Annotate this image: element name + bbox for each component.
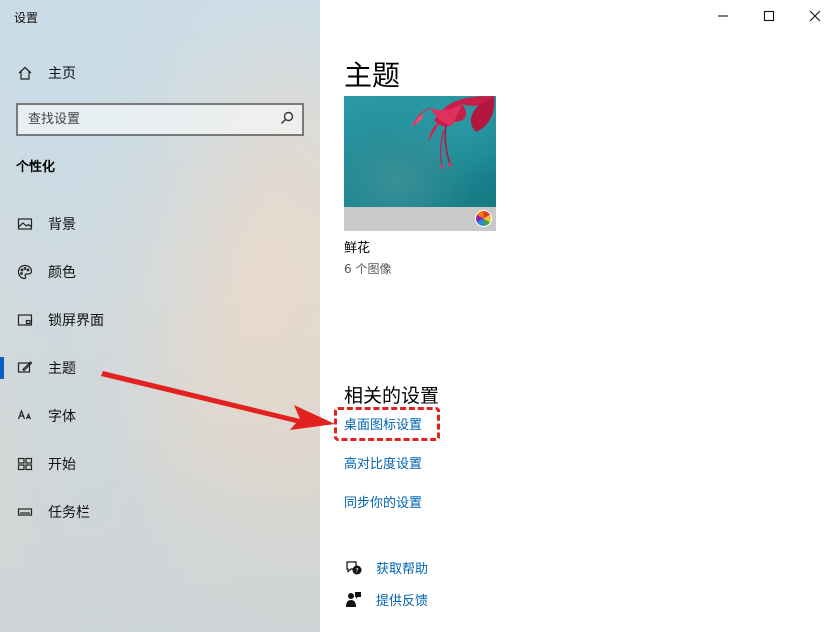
palette-icon [16,263,34,281]
related-settings-title: 相关的设置 [344,385,440,407]
close-icon [809,10,821,22]
svg-text:?: ? [355,567,358,575]
taskbar-icon [16,503,34,521]
feedback-label: 提供反馈 [376,594,429,609]
close-button[interactable] [792,0,838,32]
sidebar: 设置 主页 个性化 背景 颜色 锁屏界面 [0,0,320,632]
section-title: 个性化 [16,160,56,175]
window-controls [700,0,838,32]
theme-name: 鲜花 [344,241,371,256]
flower-image [412,96,495,169]
sync-settings-link[interactable]: 同步你的设置 [344,492,422,511]
feedback-link[interactable]: 提供反馈 [344,590,428,609]
main-content: 主题 鲜花 6 个图像 相关的设置 桌面图标设置 高对比度设置 同步你的设置 ?… [320,0,838,632]
sidebar-nav: 背景 颜色 锁屏界面 主题 字体 开始 任务栏 [0,200,320,536]
maximize-icon [763,10,775,22]
page-title: 主题 [344,59,401,92]
start-grid-icon [16,455,34,473]
sidebar-item-fonts[interactable]: 字体 [0,392,320,440]
sidebar-item-taskbar[interactable]: 任务栏 [0,488,320,536]
minimize-icon [718,15,728,17]
sidebar-item-label: 锁屏界面 [48,313,104,329]
color-wheel-icon [475,210,492,227]
picture-icon [16,215,34,233]
window-title: 设置 [14,11,39,25]
search-icon[interactable] [280,110,294,129]
sidebar-item-label: 字体 [48,409,76,425]
sidebar-item-label: 任务栏 [48,505,90,521]
sidebar-item-label: 背景 [48,217,76,233]
theme-brush-icon [16,359,34,377]
search-input[interactable] [28,112,258,127]
desktop-icon-settings-link[interactable]: 桌面图标设置 [344,414,422,433]
theme-image-count: 6 个图像 [344,262,392,276]
sidebar-item-label: 主题 [48,361,76,377]
theme-card[interactable]: 鲜花 6 个图像 [344,96,496,277]
sidebar-item-lock-screen[interactable]: 锁屏界面 [0,296,320,344]
theme-thumbnail [344,96,496,207]
sidebar-item-label: 主页 [48,66,76,82]
get-help-link[interactable]: ? 获取帮助 [344,558,428,577]
theme-color-strip [344,207,496,231]
help-chat-icon: ? [344,559,362,577]
sidebar-item-label: 颜色 [48,265,76,281]
sidebar-item-colors[interactable]: 颜色 [0,248,320,296]
sidebar-item-label: 开始 [48,457,76,473]
sidebar-item-home[interactable]: 主页 [16,62,76,84]
sidebar-item-start[interactable]: 开始 [0,440,320,488]
home-icon [16,64,34,82]
get-help-label: 获取帮助 [376,562,429,577]
active-indicator [0,357,4,379]
minimize-button[interactable] [700,0,746,32]
feedback-person-icon [344,591,362,609]
search-box[interactable] [16,103,304,136]
sidebar-item-background[interactable]: 背景 [0,200,320,248]
lock-screen-icon [16,311,34,329]
maximize-button[interactable] [746,0,792,32]
high-contrast-settings-link[interactable]: 高对比度设置 [344,453,422,472]
font-icon [16,407,34,425]
sidebar-item-themes[interactable]: 主题 [0,344,320,392]
